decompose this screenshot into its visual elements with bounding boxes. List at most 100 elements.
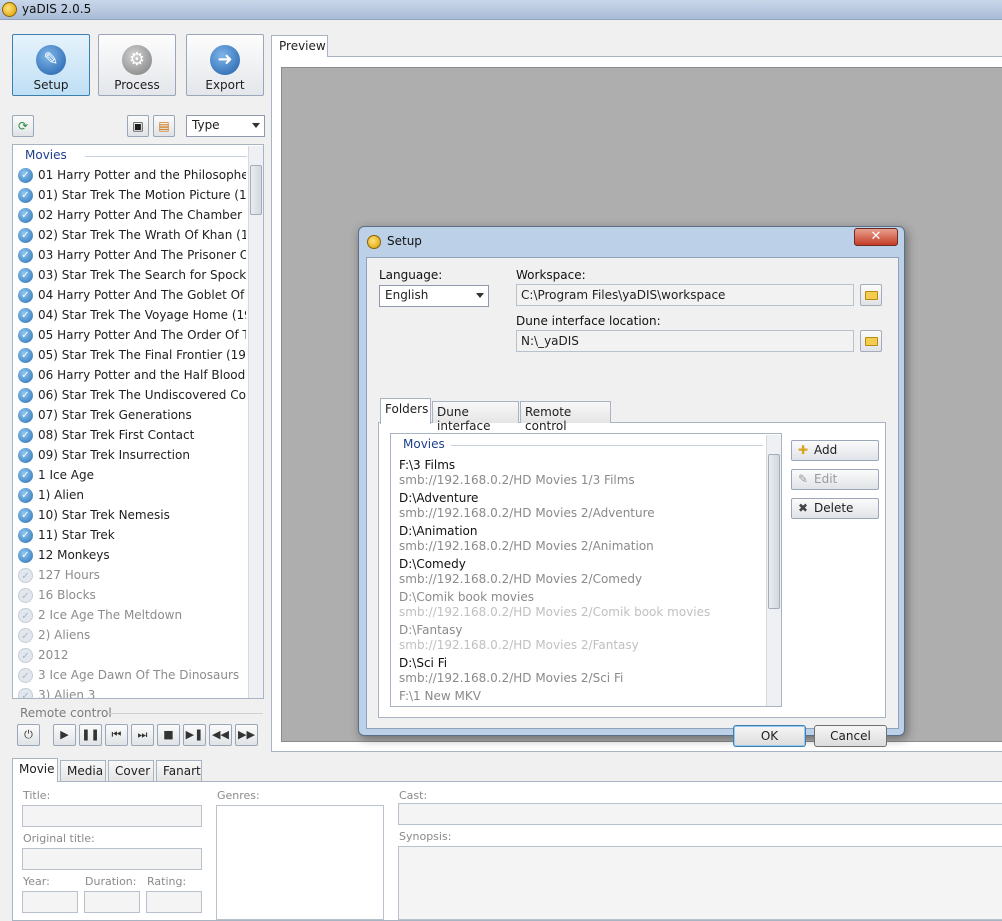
list-item[interactable]: ✓ 08) Star Trek First Contact (18, 426, 246, 446)
folder-item[interactable]: D:\Adventure smb://192.168.0.2/HD Movies … (399, 491, 769, 524)
checkmark-icon[interactable]: ✓ (18, 188, 33, 203)
list-item[interactable]: ✓ 05) Star Trek The Final Frontier (1989) (18, 346, 246, 366)
dune-location-field[interactable]: N:\_yaDIS (516, 330, 854, 352)
step-button[interactable]: ▶❚ (183, 724, 206, 746)
checkmark-icon[interactable]: ✓ (18, 588, 33, 603)
previous-button[interactable]: ⏮ (105, 724, 128, 746)
list-item[interactable]: ✓ 3) Alien 3 (18, 686, 246, 698)
folder-item[interactable]: D:\Sci Fi smb://192.168.0.2/HD Movies 2/S… (399, 656, 769, 689)
checkmark-icon[interactable]: ✓ (18, 548, 33, 563)
list-item[interactable]: ✓ 2) Aliens (18, 626, 246, 646)
list-item[interactable]: ✓ 10) Star Trek Nemesis (18, 506, 246, 526)
title-field[interactable] (22, 805, 202, 827)
add-folder-button[interactable]: ✚ Add (791, 440, 879, 461)
checkmark-icon[interactable]: ✓ (18, 348, 33, 363)
list-item[interactable]: ✓ 03) Star Trek The Search for Spock (... (18, 266, 246, 286)
movie-list-scrollbar[interactable] (248, 146, 263, 698)
tv-filter-button[interactable]: ▤ (153, 115, 175, 137)
list-item[interactable]: ✓ 05 Harry Potter And The Order Of T... (18, 326, 246, 346)
list-item[interactable]: ✓ 11) Star Trek (18, 526, 246, 546)
checkmark-icon[interactable]: ✓ (18, 628, 33, 643)
fast-forward-button[interactable]: ▶▶ (235, 724, 258, 746)
list-item[interactable]: ✓ 1 Ice Age (18, 466, 246, 486)
edit-folder-button[interactable]: ✎ Edit (791, 469, 879, 490)
duration-field[interactable] (84, 891, 140, 913)
checkmark-icon[interactable]: ✓ (18, 248, 33, 263)
checkmark-icon[interactable]: ✓ (18, 608, 33, 623)
folder-list[interactable]: Movies F:\3 Films smb://192.168.0.2/HD Mo… (390, 433, 782, 707)
checkmark-icon[interactable]: ✓ (18, 368, 33, 383)
workspace-field[interactable]: C:\Program Files\yaDIS\workspace (516, 284, 854, 306)
tab-cover[interactable]: Cover (108, 760, 154, 781)
checkmark-icon[interactable]: ✓ (18, 268, 33, 283)
tab-folders[interactable]: Folders (380, 398, 431, 424)
process-button[interactable]: ⚙ Process (98, 34, 176, 96)
refresh-button[interactable]: ⟳ (12, 115, 34, 137)
play-button[interactable]: ▶ (53, 724, 76, 746)
dune-location-browse-button[interactable] (860, 330, 882, 352)
checkmark-icon[interactable]: ✓ (18, 228, 33, 243)
list-item[interactable]: ✓ 2012 (18, 646, 246, 666)
cancel-button[interactable]: Cancel (814, 725, 887, 747)
next-button[interactable]: ⏭ (131, 724, 154, 746)
year-field[interactable] (22, 891, 78, 913)
rating-field[interactable] (146, 891, 202, 913)
checkmark-icon[interactable]: ✓ (18, 328, 33, 343)
tab-movie[interactable]: Movie (12, 758, 58, 782)
list-item[interactable]: ✓ 127 Hours (18, 566, 246, 586)
original-title-field[interactable] (22, 848, 202, 870)
list-item[interactable]: ✓ 06) Star Trek The Undiscovered Cou... (18, 386, 246, 406)
checkmark-icon[interactable]: ✓ (18, 488, 33, 503)
ok-button[interactable]: OK (733, 725, 806, 747)
checkmark-icon[interactable]: ✓ (18, 208, 33, 223)
list-item[interactable]: ✓ 04) Star Trek The Voyage Home (19... (18, 306, 246, 326)
folder-item[interactable]: F:\3 Films smb://192.168.0.2/HD Movies 1/… (399, 458, 769, 491)
checkmark-icon[interactable]: ✓ (18, 168, 33, 183)
tab-dune-interface[interactable]: Dune interface (432, 401, 519, 433)
list-item[interactable]: ✓ 01 Harry Potter and the Philosopher... (18, 166, 246, 186)
movie-list-scroll-thumb[interactable] (250, 165, 262, 215)
checkmark-icon[interactable]: ✓ (18, 448, 33, 463)
list-item[interactable]: ✓ 01) Star Trek The Motion Picture (1... (18, 186, 246, 206)
tab-media[interactable]: Media (60, 760, 106, 781)
folder-item[interactable]: D:\Comik book movies smb://192.168.0.2/HD… (399, 590, 769, 623)
list-item[interactable]: ✓ 12 Monkeys (18, 546, 246, 566)
tab-fanart[interactable]: Fanart (156, 760, 202, 781)
list-item[interactable]: ✓ 04 Harry Potter And The Goblet Of ... (18, 286, 246, 306)
export-button[interactable]: ➜ Export (186, 34, 264, 96)
list-item[interactable]: ✓ 06 Harry Potter and the Half Blood ... (18, 366, 246, 386)
list-item[interactable]: ✓ 03 Harry Potter And The Prisoner O... (18, 246, 246, 266)
workspace-browse-button[interactable] (860, 284, 882, 306)
pause-button[interactable]: ❚❚ (79, 724, 102, 746)
checkmark-icon[interactable]: ✓ (18, 388, 33, 403)
rewind-button[interactable]: ◀◀ (209, 724, 232, 746)
checkmark-icon[interactable]: ✓ (18, 528, 33, 543)
checkmark-icon[interactable]: ✓ (18, 408, 33, 423)
genres-list[interactable] (216, 805, 384, 920)
list-item[interactable]: ✓ 1) Alien (18, 486, 246, 506)
checkmark-icon[interactable]: ✓ (18, 428, 33, 443)
folder-item[interactable]: F:\1 New MKV (399, 689, 769, 706)
synopsis-field[interactable] (398, 846, 1002, 920)
checkmark-icon[interactable]: ✓ (18, 668, 33, 683)
language-select[interactable]: English (379, 285, 489, 307)
power-button[interactable]: ⏻ (17, 724, 40, 746)
checkmark-icon[interactable]: ✓ (18, 288, 33, 303)
checkmark-icon[interactable]: ✓ (18, 648, 33, 663)
list-item[interactable]: ✓ 07) Star Trek Generations (18, 406, 246, 426)
tab-remote-control[interactable]: Remote control (520, 401, 611, 433)
list-item[interactable]: ✓ 3 Ice Age Dawn Of The Dinosaurs (18, 666, 246, 686)
list-item[interactable]: ✓ 09) Star Trek Insurrection (18, 446, 246, 466)
movie-list[interactable]: Movies ✓ 01 Harry Potter and the Philosop… (12, 144, 264, 699)
checkmark-icon[interactable]: ✓ (18, 688, 33, 698)
checkmark-icon[interactable]: ✓ (18, 568, 33, 583)
film-filter-button[interactable]: ▣ (127, 115, 149, 137)
checkmark-icon[interactable]: ✓ (18, 308, 33, 323)
stop-button[interactable]: ■ (157, 724, 180, 746)
tab-preview[interactable]: Preview (271, 35, 328, 57)
setup-button[interactable]: ✎ Setup (12, 34, 90, 96)
checkmark-icon[interactable]: ✓ (18, 468, 33, 483)
delete-folder-button[interactable]: ✖ Delete (791, 498, 879, 519)
type-select[interactable]: Type (186, 115, 265, 137)
folder-list-scroll-thumb[interactable] (768, 454, 780, 609)
